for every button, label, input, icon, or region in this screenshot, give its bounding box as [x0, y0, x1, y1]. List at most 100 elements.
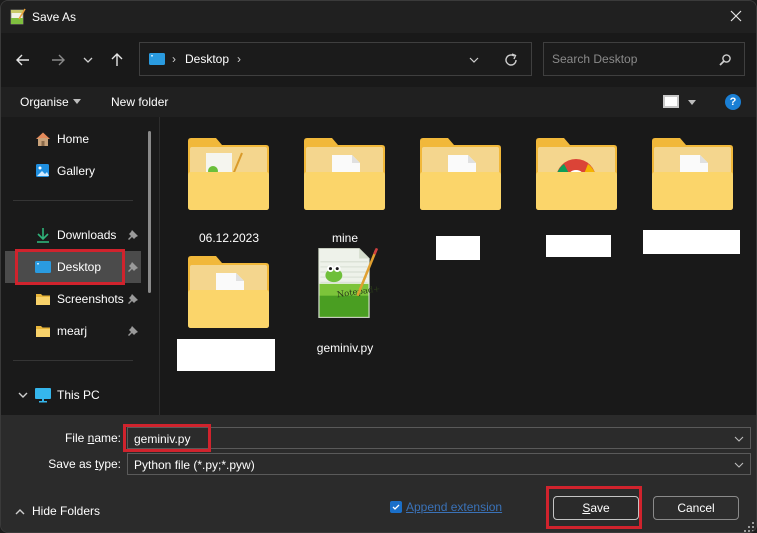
- file-name-value: geminiv.py: [134, 432, 191, 446]
- sidebar-item-label: Screenshots: [57, 292, 124, 306]
- chevron-down-icon[interactable]: [734, 434, 744, 444]
- sidebar-item-label: Downloads: [57, 228, 117, 242]
- folder-icon: [36, 326, 50, 337]
- arrow-right-icon: [52, 54, 65, 66]
- hide-folders-label: Hide Folders: [32, 504, 101, 518]
- folder-icon: [652, 138, 733, 210]
- chevron-down-icon[interactable]: [17, 389, 29, 401]
- redacted-name: [546, 235, 611, 257]
- refresh-icon[interactable]: [503, 52, 519, 68]
- pin-icon[interactable]: [127, 261, 139, 273]
- pin-icon[interactable]: [127, 229, 139, 241]
- home-icon: [36, 132, 50, 146]
- pc-icon: [35, 388, 51, 403]
- window-title: Save As: [32, 10, 77, 24]
- save-options-panel: File name: geminiv.py Save as type: Pyth…: [1, 415, 756, 532]
- file-list: 06.12.2023 mine geminiv.py: [160, 117, 756, 415]
- search-icon[interactable]: [718, 53, 732, 67]
- sidebar-item-gallery[interactable]: Gallery: [5, 155, 141, 187]
- sidebar-item-label: Home: [57, 132, 90, 146]
- arrow-left-icon: [16, 54, 29, 66]
- redacted-name: [643, 230, 740, 254]
- file-item[interactable]: Notepad+ geminiv.py: [290, 247, 386, 361]
- desktop-icon: [35, 261, 51, 273]
- cancel-button[interactable]: Cancel: [653, 496, 739, 520]
- sidebar-item-mearj[interactable]: mearj: [5, 315, 141, 347]
- pin-icon[interactable]: [127, 325, 139, 337]
- breadcrumb-separator[interactable]: ›: [237, 52, 241, 66]
- folder-item[interactable]: [638, 131, 740, 254]
- organise-menu[interactable]: Organise: [20, 95, 69, 109]
- folder-icon: [36, 294, 50, 305]
- folder-item[interactable]: [522, 131, 618, 257]
- caret-down-icon[interactable]: [73, 99, 81, 104]
- folder-icon: [536, 138, 617, 210]
- redacted-name: [436, 236, 480, 260]
- recent-locations-button[interactable]: [77, 49, 99, 71]
- sidebar-item-label: This PC: [57, 388, 100, 402]
- file-name-input[interactable]: geminiv.py: [127, 427, 751, 449]
- append-extension-label: Append extension: [406, 500, 503, 514]
- check-icon: [392, 504, 400, 510]
- search-box: [543, 42, 745, 76]
- folder-icon: [188, 138, 269, 210]
- folder-item[interactable]: 06.12.2023: [174, 131, 270, 245]
- divider: [13, 200, 133, 201]
- download-icon: [37, 228, 49, 243]
- back-button[interactable]: [12, 49, 34, 71]
- sidebar-item-label: mearj: [57, 324, 88, 338]
- resize-grip-icon[interactable]: [744, 522, 754, 532]
- divider: [13, 360, 133, 361]
- checkbox-checked[interactable]: [390, 501, 402, 513]
- breadcrumb-desktop[interactable]: Desktop: [185, 52, 229, 66]
- sidebar-item-desktop[interactable]: Desktop: [5, 251, 141, 283]
- sidebar-item-downloads[interactable]: Downloads: [5, 219, 141, 251]
- up-button[interactable]: [106, 49, 128, 71]
- sidebar-item-label: Gallery: [57, 164, 96, 178]
- save-as-type-select[interactable]: Python file (*.py;*.pyw): [127, 453, 751, 475]
- caret-down-icon[interactable]: [688, 100, 696, 105]
- close-button[interactable]: [716, 1, 756, 31]
- chevron-down-icon[interactable]: [734, 460, 744, 470]
- view-options-icon[interactable]: [663, 95, 679, 108]
- search-input[interactable]: [544, 43, 714, 75]
- folder-item[interactable]: [174, 249, 275, 371]
- address-dropdown-icon[interactable]: [467, 53, 481, 67]
- item-name: mine: [331, 231, 358, 245]
- file-name-label: File name:: [64, 431, 121, 445]
- folder-item[interactable]: [406, 131, 502, 260]
- pin-icon[interactable]: [127, 293, 139, 305]
- sidebar-item-label: Desktop: [57, 260, 102, 274]
- sidebar-item-screenshots[interactable]: Screenshots: [5, 283, 141, 315]
- save-as-dialog: Save As › Desktop › Search Desktop Organ…: [0, 0, 757, 533]
- chevron-down-icon: [83, 57, 93, 63]
- save-as-type-label: Save as type:: [48, 457, 121, 471]
- sidebar-item-home[interactable]: Home: [5, 123, 141, 155]
- save-as-type-value: Python file (*.py;*.pyw): [134, 458, 255, 472]
- title-bar: Save As: [1, 1, 756, 33]
- folder-item[interactable]: mine: [290, 131, 386, 245]
- gallery-icon: [36, 164, 49, 177]
- command-bar: Organise New folder ?: [1, 87, 756, 117]
- item-name: geminiv.py: [316, 341, 374, 355]
- save-button[interactable]: Save: [553, 496, 639, 520]
- redacted-name: [177, 339, 275, 371]
- desktop-icon: [149, 53, 165, 65]
- folder-icon: [420, 138, 501, 210]
- new-folder-button[interactable]: New folder: [111, 95, 168, 109]
- notepadpp-file-icon: Notepad+: [318, 247, 381, 319]
- arrow-up-icon: [111, 53, 123, 66]
- notepad-icon: [10, 8, 26, 25]
- sidebar-item-this-pc[interactable]: This PC: [5, 379, 141, 411]
- folder-icon: [304, 138, 385, 210]
- chevron-up-icon: [15, 509, 25, 515]
- forward-button[interactable]: [47, 49, 69, 71]
- help-button[interactable]: ?: [725, 94, 741, 110]
- sidebar-scrollbar[interactable]: [148, 131, 151, 293]
- navigation-bar: › Desktop ›: [1, 33, 756, 87]
- address-bar[interactable]: › Desktop ›: [139, 42, 532, 76]
- breadcrumb-separator: ›: [172, 52, 176, 66]
- close-icon: [730, 10, 742, 22]
- navigation-pane: Home Gallery Downloads Desktop Screensho…: [1, 117, 161, 415]
- item-name: 06.12.2023: [198, 231, 260, 245]
